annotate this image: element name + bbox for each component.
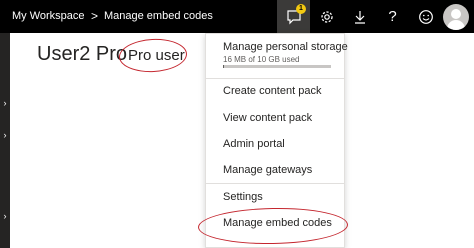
avatar-icon[interactable] (443, 4, 469, 30)
expand-chevron-icon[interactable]: › (0, 211, 10, 221)
notification-badge: 1 (296, 4, 306, 14)
breadcrumb-workspace[interactable]: My Workspace (12, 0, 85, 33)
expand-chevron-icon[interactable]: › (0, 98, 10, 108)
settings-button[interactable] (310, 0, 343, 33)
menu-divider (206, 78, 344, 79)
feedback-button[interactable] (409, 0, 442, 33)
help-button[interactable]: ? (376, 0, 409, 33)
left-nav-rail: › › › (0, 33, 10, 248)
annotation-circle (118, 37, 188, 74)
page-title: User2 Pro (37, 43, 128, 65)
menu-item-manage-gateways[interactable]: Manage gateways (223, 164, 312, 176)
storage-progress-bar (223, 65, 331, 68)
download-icon (354, 10, 365, 24)
menu-divider (206, 183, 344, 184)
help-icon: ? (388, 8, 397, 25)
expand-chevron-icon[interactable]: › (0, 130, 10, 140)
gear-icon (320, 10, 333, 23)
notification-button[interactable]: 1 (277, 0, 310, 33)
storage-usage-text: 16 MB of 10 GB used (223, 55, 300, 64)
menu-item-admin-portal[interactable]: Admin portal (223, 138, 285, 150)
breadcrumb-page: Manage embed codes (104, 10, 213, 22)
storage-progress-fill (223, 65, 224, 68)
top-bar: My Workspace > Manage embed codes 1 ? (0, 0, 474, 33)
menu-item-view-content-pack[interactable]: View content pack (223, 112, 312, 124)
menu-item-create-content-pack[interactable]: Create content pack (223, 85, 321, 97)
menu-item-manage-storage[interactable]: Manage personal storage (223, 41, 348, 53)
smiley-icon (418, 9, 433, 24)
download-button[interactable] (343, 0, 376, 33)
menu-item-settings[interactable]: Settings (223, 191, 263, 203)
breadcrumb-separator: > (91, 9, 99, 23)
